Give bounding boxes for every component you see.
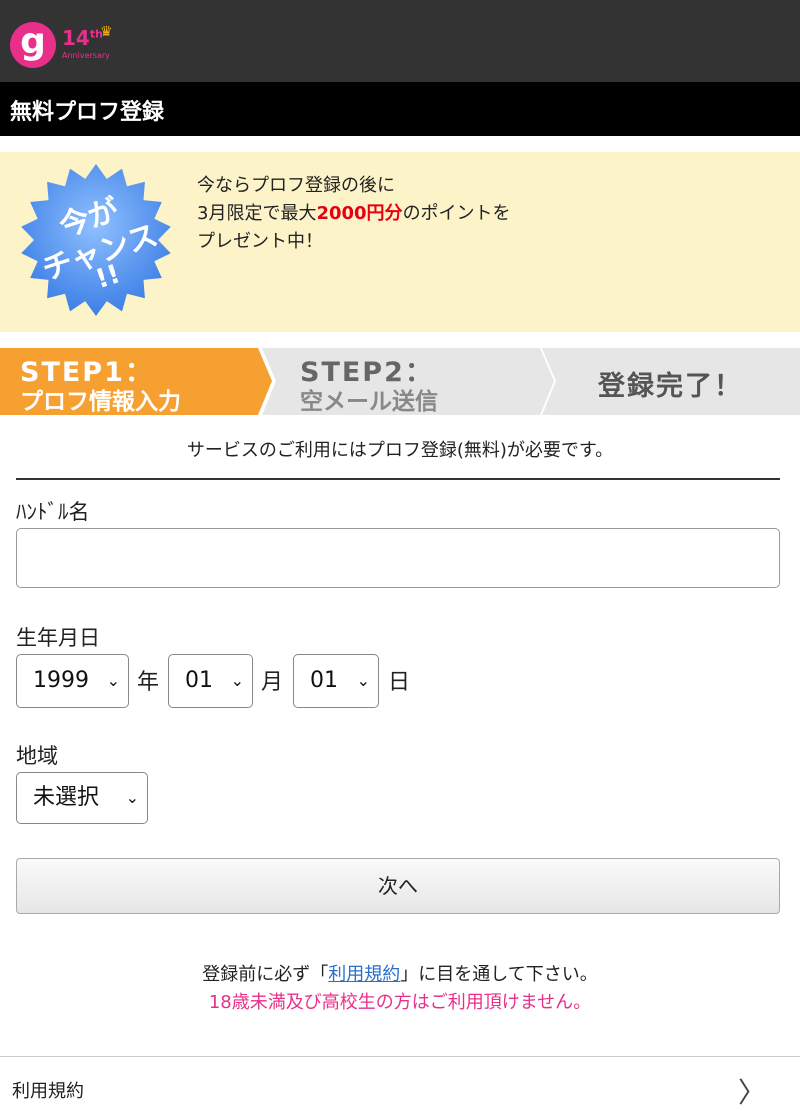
birth-month-select[interactable]: 01 ⌄ xyxy=(168,654,253,708)
handle-label: ﾊﾝﾄﾞﾙ名 xyxy=(16,500,90,524)
promo-banner: 今が チャンス !! 今ならプロフ登録の後に 3月限定で最大2000円分のポイン… xyxy=(0,152,800,332)
step-indicator: STEP1： プロフ情報入力 STEP2： 空メール送信 登録完了！ xyxy=(0,348,800,415)
logo-anniversary-number: 14th xyxy=(62,26,103,50)
month-unit: 月 xyxy=(261,670,284,695)
divider xyxy=(16,478,780,480)
chevron-down-icon: ⌄ xyxy=(356,671,370,690)
next-button[interactable]: 次へ xyxy=(16,858,780,914)
logo-number: 14 xyxy=(62,26,90,50)
promo-text: 今ならプロフ登録の後に 3月限定で最大2000円分のポイントを プレゼント中！ xyxy=(197,172,511,256)
footer-terms-label: 利用規約 xyxy=(12,1081,84,1102)
chevron-right-icon: 〉 xyxy=(737,1076,766,1109)
promo-line3: プレゼント中！ xyxy=(197,231,323,252)
birthday-label: 生年月日 xyxy=(16,626,100,650)
promo-line1: 今ならプロフ登録の後に xyxy=(197,175,395,196)
step3-title: 登録完了！ xyxy=(598,371,743,402)
crown-icon: ♛ xyxy=(100,24,113,40)
region-value: 未選択 xyxy=(33,785,100,810)
birth-year-select[interactable]: 1999 ⌄ xyxy=(16,654,129,708)
terms-notice-post: 」に目を通して下さい。 xyxy=(400,964,598,985)
site-logo[interactable]: g 14th ♛ Anniversary xyxy=(10,22,120,68)
year-unit: 年 xyxy=(137,670,160,695)
title-bar: 無料プロフ登録 xyxy=(0,82,800,136)
birth-month-value: 01 xyxy=(185,668,213,693)
region-select[interactable]: 未選択 ⌄ xyxy=(16,772,148,824)
terms-link[interactable]: 利用規約 xyxy=(328,964,400,985)
footer-terms-item[interactable]: 利用規約 〉 xyxy=(0,1057,800,1111)
promo-highlight: 2000円分 xyxy=(316,203,403,224)
birth-year-value: 1999 xyxy=(33,668,89,693)
page-title: 無料プロフ登録 xyxy=(10,100,165,125)
logo-subtitle: Anniversary xyxy=(62,51,110,60)
terms-notice: 登録前に必ず「利用規約」に目を通して下さい。 xyxy=(0,960,800,986)
promo-line2: 3月限定で最大2000円分のポイントを xyxy=(197,200,511,228)
chance-badge: 今が チャンス !! xyxy=(20,164,172,316)
top-bar: g 14th ♛ Anniversary xyxy=(0,0,800,82)
promo-line2-pre: 3月限定で最大 xyxy=(197,203,317,224)
age-restriction-notice: 18歳未満及び高校生の方はご利用頂けません。 xyxy=(208,992,592,1013)
chevron-down-icon: ⌄ xyxy=(106,671,120,690)
chevron-down-icon: ⌄ xyxy=(125,788,139,807)
registration-notice: サービスのご利用にはプロフ登録(無料)が必要です。 xyxy=(186,440,614,461)
birth-day-value: 01 xyxy=(310,668,338,693)
birth-day-select[interactable]: 01 ⌄ xyxy=(293,654,379,708)
step2-subtitle: 空メール送信 xyxy=(300,389,438,415)
promo-line2-post: のポイントを xyxy=(402,203,511,224)
terms-notice-pre: 登録前に必ず「 xyxy=(202,964,329,985)
chevron-down-icon: ⌄ xyxy=(230,671,244,690)
logo-g-mark: g xyxy=(10,22,56,68)
day-unit: 日 xyxy=(388,670,411,695)
step1-subtitle: プロフ情報入力 xyxy=(20,389,181,415)
region-label: 地域 xyxy=(16,744,58,768)
handle-input[interactable] xyxy=(16,528,780,588)
